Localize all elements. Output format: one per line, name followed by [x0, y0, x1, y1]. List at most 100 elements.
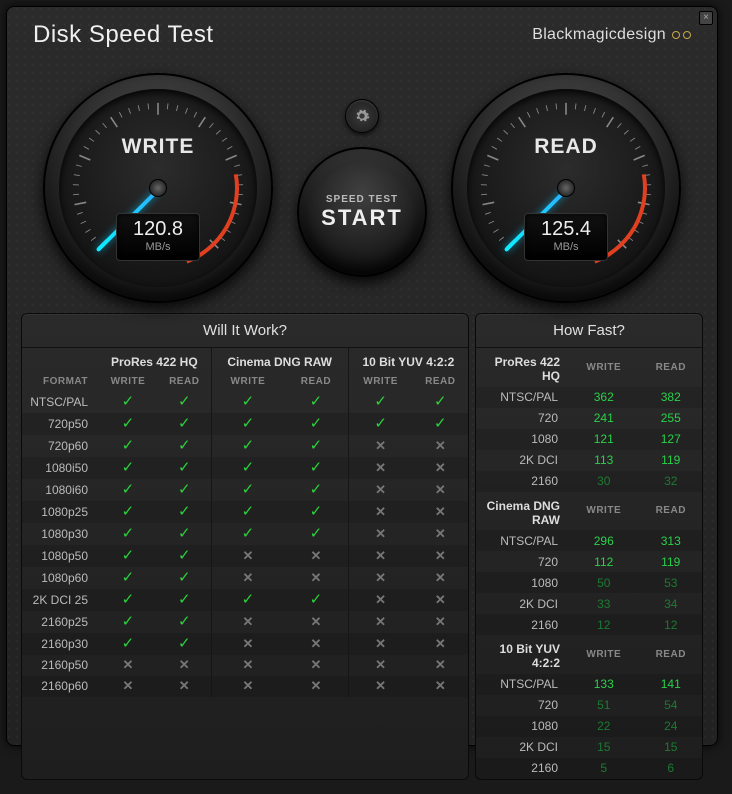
table-row: 2160p50✕✕✕✕✕✕: [22, 655, 468, 676]
x-icon: ✕: [435, 460, 446, 475]
table-row: 2160p30✓✓✕✕✕✕: [22, 633, 468, 655]
table-row: NTSC/PAL296313: [476, 530, 702, 551]
table-row: 21603032: [476, 471, 702, 492]
check-icon: ✓: [122, 635, 135, 652]
table-row: NTSC/PAL✓✓✓✓✓✓: [22, 391, 468, 413]
x-icon: ✕: [375, 526, 386, 541]
check-icon: ✓: [310, 415, 323, 432]
table-row: 10805053: [476, 572, 702, 593]
x-icon: ✕: [310, 548, 321, 563]
check-icon: ✓: [122, 503, 135, 520]
table-row: 2K DCI 25✓✓✓✓✕✕: [22, 589, 468, 611]
check-icon: ✓: [310, 525, 323, 542]
x-icon: ✕: [435, 657, 446, 672]
table-row: 1080p60✓✓✕✕✕✕: [22, 567, 468, 589]
check-icon: ✓: [178, 569, 191, 586]
how-fast-panel: How Fast? ProRes 422 HQWRITEREADNTSC/PAL…: [475, 313, 703, 780]
x-icon: ✕: [179, 657, 190, 672]
x-icon: ✕: [242, 636, 253, 651]
check-icon: ✓: [434, 415, 447, 432]
check-icon: ✓: [242, 591, 255, 608]
x-icon: ✕: [375, 636, 386, 651]
check-icon: ✓: [242, 503, 255, 520]
check-icon: ✓: [122, 547, 135, 564]
check-icon: ✓: [310, 437, 323, 454]
check-icon: ✓: [310, 459, 323, 476]
x-icon: ✕: [375, 657, 386, 672]
check-icon: ✓: [242, 459, 255, 476]
x-icon: ✕: [375, 460, 386, 475]
settings-button[interactable]: [345, 99, 379, 133]
x-icon: ✕: [435, 570, 446, 585]
check-icon: ✓: [310, 393, 323, 410]
check-icon: ✓: [178, 393, 191, 410]
x-icon: ✕: [310, 636, 321, 651]
table-row: 2K DCI3334: [476, 593, 702, 614]
table-row: 1080i50✓✓✓✓✕✕: [22, 457, 468, 479]
check-icon: ✓: [434, 393, 447, 410]
will-it-work-table: ProRes 422 HQCinema DNG RAW10 Bit YUV 4:…: [22, 348, 468, 697]
check-icon: ✓: [310, 591, 323, 608]
x-icon: ✕: [435, 636, 446, 651]
check-icon: ✓: [178, 613, 191, 630]
table-row: 720p60✓✓✓✓✕✕: [22, 435, 468, 457]
check-icon: ✓: [178, 437, 191, 454]
check-icon: ✓: [122, 437, 135, 454]
table-row: 1080i60✓✓✓✓✕✕: [22, 479, 468, 501]
table-row: 216056: [476, 758, 702, 779]
start-button[interactable]: SPEED TEST START: [297, 147, 427, 277]
brand-icon: [672, 31, 691, 39]
x-icon: ✕: [310, 678, 321, 693]
x-icon: ✕: [310, 570, 321, 585]
x-icon: ✕: [242, 548, 253, 563]
x-icon: ✕: [122, 678, 133, 693]
check-icon: ✓: [374, 415, 387, 432]
check-icon: ✓: [242, 437, 255, 454]
check-icon: ✓: [122, 393, 135, 410]
check-icon: ✓: [242, 481, 255, 498]
table-row: 1080p50✓✓✕✕✕✕: [22, 545, 468, 567]
x-icon: ✕: [435, 526, 446, 541]
table-row: 10802224: [476, 716, 702, 737]
x-icon: ✕: [179, 678, 190, 693]
check-icon: ✓: [178, 525, 191, 542]
check-icon: ✓: [122, 613, 135, 630]
write-gauge: WRITE 120.8 MB/s: [43, 73, 273, 303]
table-row: 1080121127: [476, 429, 702, 450]
x-icon: ✕: [435, 438, 446, 453]
x-icon: ✕: [310, 657, 321, 672]
x-icon: ✕: [435, 504, 446, 519]
write-readout: 120.8 MB/s: [116, 213, 200, 261]
x-icon: ✕: [122, 657, 133, 672]
table-row: 1080p30✓✓✓✓✕✕: [22, 523, 468, 545]
gear-icon: [354, 108, 370, 124]
x-icon: ✕: [310, 614, 321, 629]
x-icon: ✕: [242, 657, 253, 672]
check-icon: ✓: [242, 393, 255, 410]
table-row: 7205154: [476, 695, 702, 716]
close-button[interactable]: ×: [699, 11, 713, 25]
x-icon: ✕: [435, 548, 446, 563]
table-row: NTSC/PAL133141: [476, 674, 702, 695]
table-row: 2K DCI113119: [476, 450, 702, 471]
x-icon: ✕: [375, 570, 386, 585]
check-icon: ✓: [178, 459, 191, 476]
x-icon: ✕: [375, 438, 386, 453]
x-icon: ✕: [375, 504, 386, 519]
table-row: 1080p25✓✓✓✓✕✕: [22, 501, 468, 523]
x-icon: ✕: [375, 678, 386, 693]
check-icon: ✓: [122, 481, 135, 498]
table-row: 2160p60✕✕✕✕✕✕: [22, 676, 468, 697]
check-icon: ✓: [122, 459, 135, 476]
x-icon: ✕: [375, 614, 386, 629]
table-row: 2K DCI1515: [476, 737, 702, 758]
read-readout: 125.4 MB/s: [524, 213, 608, 261]
app-title: Disk Speed Test: [33, 21, 213, 49]
x-icon: ✕: [242, 678, 253, 693]
x-icon: ✕: [375, 592, 386, 607]
will-it-work-panel: Will It Work? ProRes 422 HQCinema DNG RA…: [21, 313, 469, 780]
how-fast-table: ProRes 422 HQWRITEREADNTSC/PAL3623827202…: [476, 348, 702, 779]
table-row: 720112119: [476, 551, 702, 572]
table-row: 720241255: [476, 408, 702, 429]
check-icon: ✓: [178, 547, 191, 564]
